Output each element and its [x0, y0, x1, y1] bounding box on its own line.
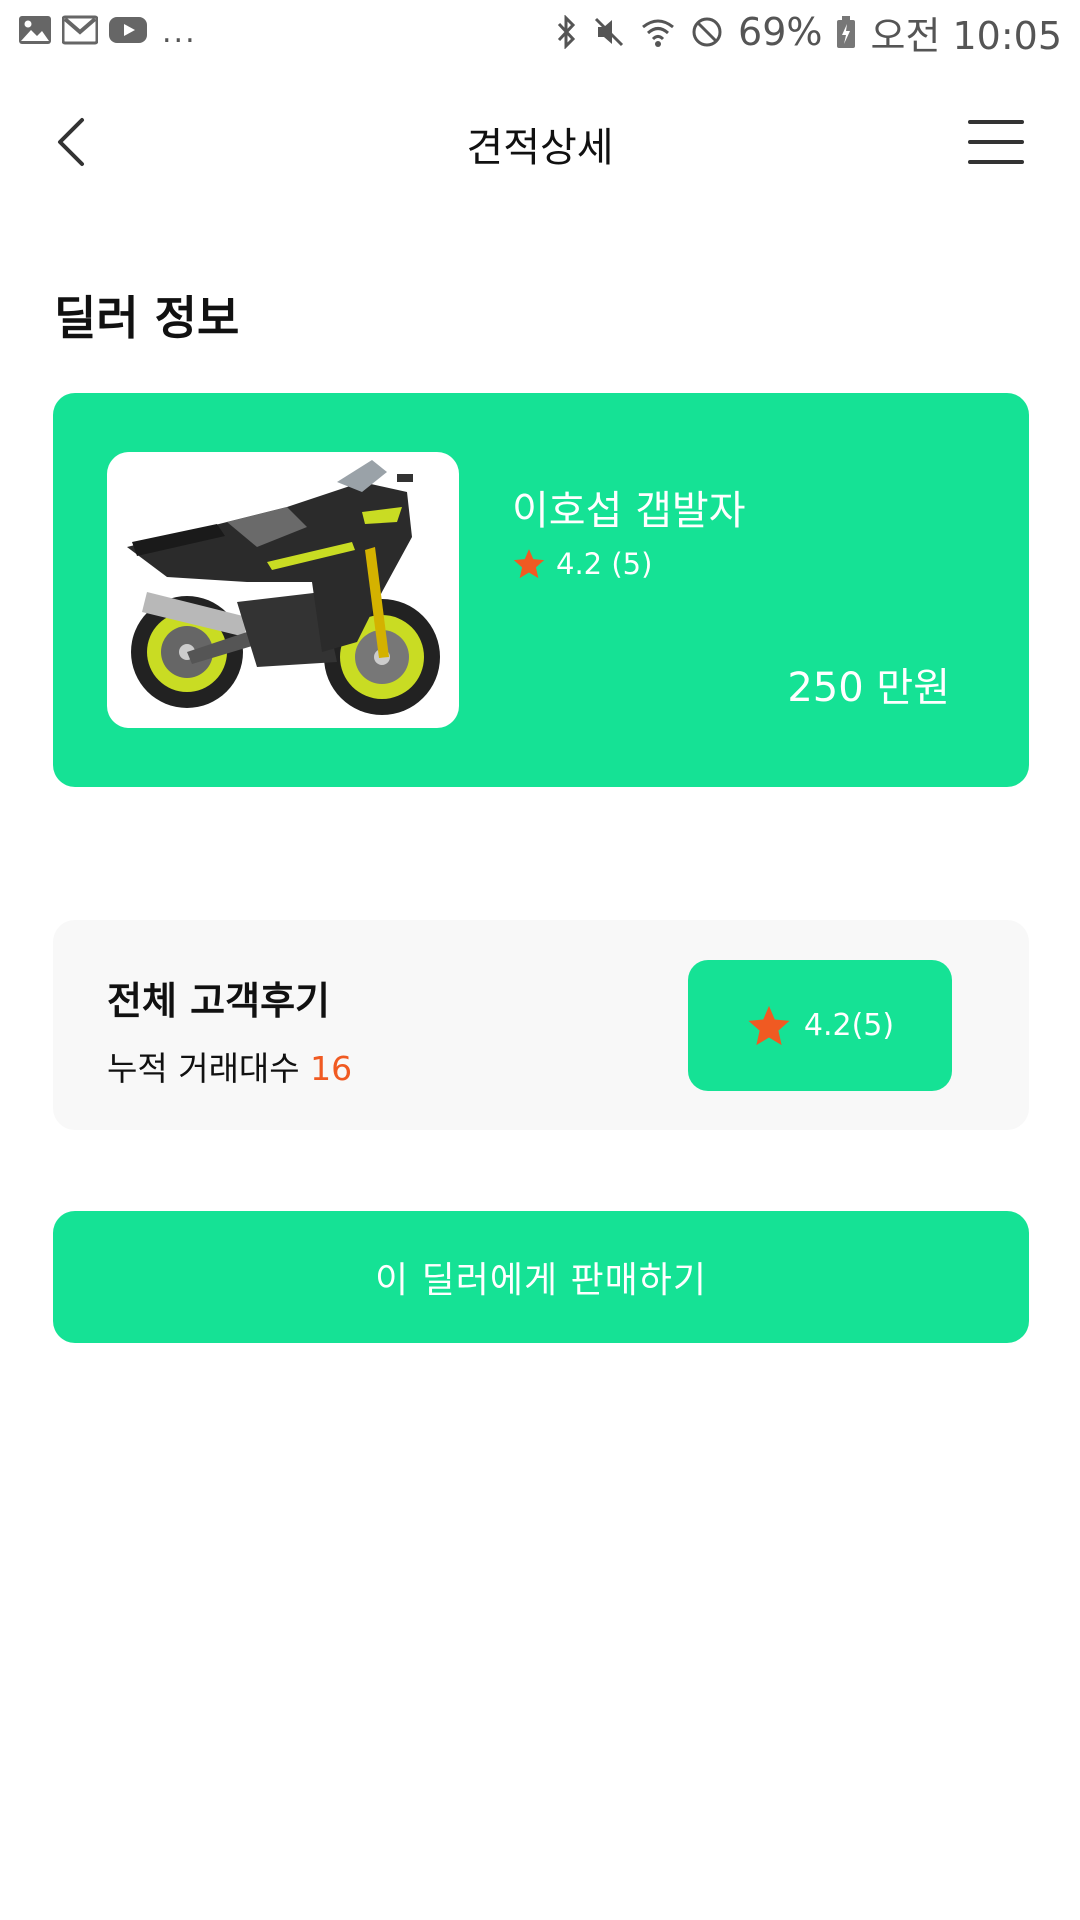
dealer-rating: 4.2 (5): [512, 547, 652, 581]
reviews-title: 전체 고객후기: [107, 979, 330, 1023]
page-title: 견적상세: [466, 125, 614, 171]
trades-count: 16: [310, 1049, 353, 1088]
reviews-rating-value: 4.2(5): [803, 1008, 895, 1043]
hamburger-menu-icon: [968, 120, 1024, 164]
section-title-dealer-info: 딜러 정보: [54, 291, 240, 345]
dealer-vehicle-image: [107, 452, 459, 728]
clock: 오전 10:05: [870, 13, 1062, 58]
status-bar: ... 69% 오전 10:05: [0, 0, 1080, 66]
gmail-icon: [61, 15, 99, 49]
trades-label: 누적 거래대수: [107, 1049, 300, 1088]
do-not-disturb-icon: [690, 15, 724, 49]
dealer-rating-value: 4.2 (5): [556, 547, 653, 581]
star-icon: [513, 549, 545, 579]
dealer-price: 250 만원: [787, 665, 950, 711]
sell-to-dealer-button[interactable]: 이 딜러에게 판매하기: [53, 1211, 1029, 1343]
bluetooth-icon: [556, 15, 578, 49]
youtube-icon: [108, 15, 148, 49]
wifi-icon: [640, 15, 676, 49]
menu-button[interactable]: [968, 118, 1024, 166]
battery-icon: [836, 15, 856, 49]
system-status: 69% 오전 10:05: [556, 8, 1062, 58]
battery-percent: 69%: [738, 10, 823, 54]
cumulative-trades: 누적 거래대수 16: [107, 1042, 352, 1090]
gallery-icon: [18, 15, 52, 49]
reviews-rating-button[interactable]: 4.2(5): [688, 960, 952, 1091]
dealer-name: 이호섭 갭발자: [512, 488, 746, 534]
mute-icon: [592, 15, 626, 49]
notification-icons: ...: [18, 12, 197, 52]
star-icon: [748, 1005, 790, 1045]
more-notifications: ...: [162, 14, 197, 50]
